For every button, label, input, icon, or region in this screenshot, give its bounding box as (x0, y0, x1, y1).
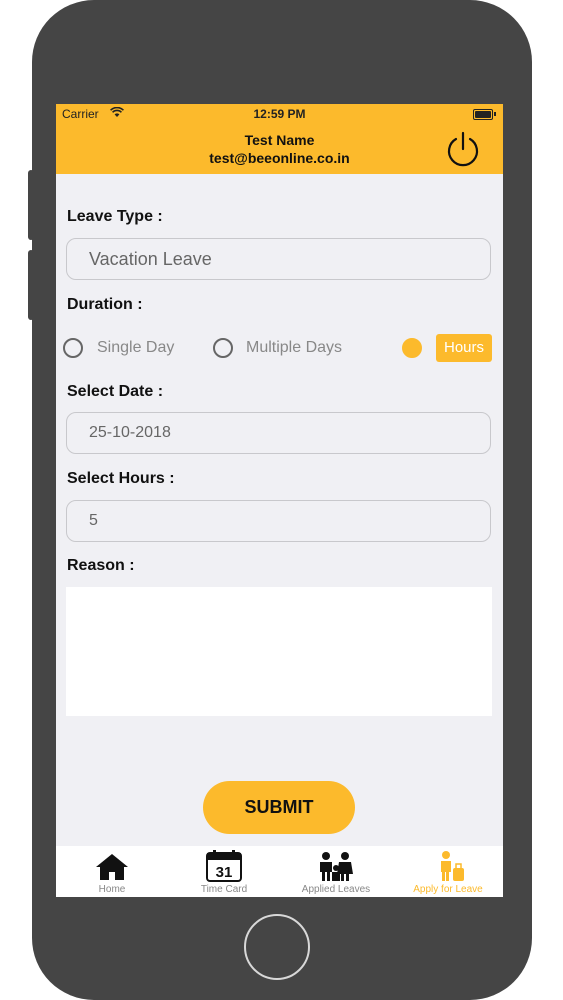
duration-label: Duration : (67, 296, 143, 313)
battery-icon (473, 109, 496, 120)
hours-option-chip[interactable]: Hours (436, 334, 492, 362)
app-screen: Carrier 12:59 PM Test Name test@beeonlin… (56, 104, 503, 897)
tab-applied-leaves[interactable]: Applied Leaves (280, 846, 392, 897)
traveler-icon (441, 851, 464, 881)
submit-button[interactable]: SUBMIT (203, 781, 355, 834)
tab-bar: Home 31 Time Card Applied Leaves Apply f… (56, 846, 503, 897)
power-icon[interactable] (444, 130, 482, 168)
reason-textarea[interactable] (66, 587, 492, 716)
user-email: test@beeonline.co.in (209, 150, 350, 166)
hours-field[interactable]: 5 (66, 500, 491, 542)
leave-type-field[interactable]: Vacation Leave (66, 238, 491, 280)
phone-home-button[interactable] (244, 914, 310, 980)
radio-multiple-days[interactable] (213, 338, 233, 358)
home-icon (96, 854, 128, 880)
status-bar: Carrier 12:59 PM (56, 104, 503, 124)
family-icon (320, 852, 353, 881)
tab-apply-for-leave[interactable]: Apply for Leave (392, 846, 503, 897)
date-field[interactable]: 25-10-2018 (66, 412, 491, 454)
user-name: Test Name (244, 132, 315, 148)
tab-label-applied-leaves: Applied Leaves (301, 884, 371, 895)
tab-time-card[interactable]: 31 Time Card (168, 846, 280, 897)
app-header: Carrier 12:59 PM Test Name test@beeonlin… (56, 104, 503, 174)
radio-label-single-day: Single Day (97, 339, 175, 356)
tab-label-time-card: Time Card (200, 884, 248, 895)
tab-label-apply-for-leave: Apply for Leave (413, 884, 483, 895)
select-date-label: Select Date : (67, 383, 164, 400)
reason-label: Reason : (67, 557, 135, 574)
leave-type-label: Leave Type : (67, 208, 163, 225)
status-time: 12:59 PM (253, 107, 306, 121)
select-hours-label: Select Hours : (67, 470, 175, 487)
calendar-icon-number: 31 (216, 864, 233, 881)
radio-single-day[interactable] (63, 338, 83, 358)
tab-home[interactable]: Home (56, 846, 168, 897)
tab-label-home: Home (98, 884, 126, 895)
radio-label-multiple-days: Multiple Days (246, 339, 343, 356)
calendar-icon: 31 (206, 850, 242, 882)
radio-hours[interactable] (402, 338, 422, 358)
